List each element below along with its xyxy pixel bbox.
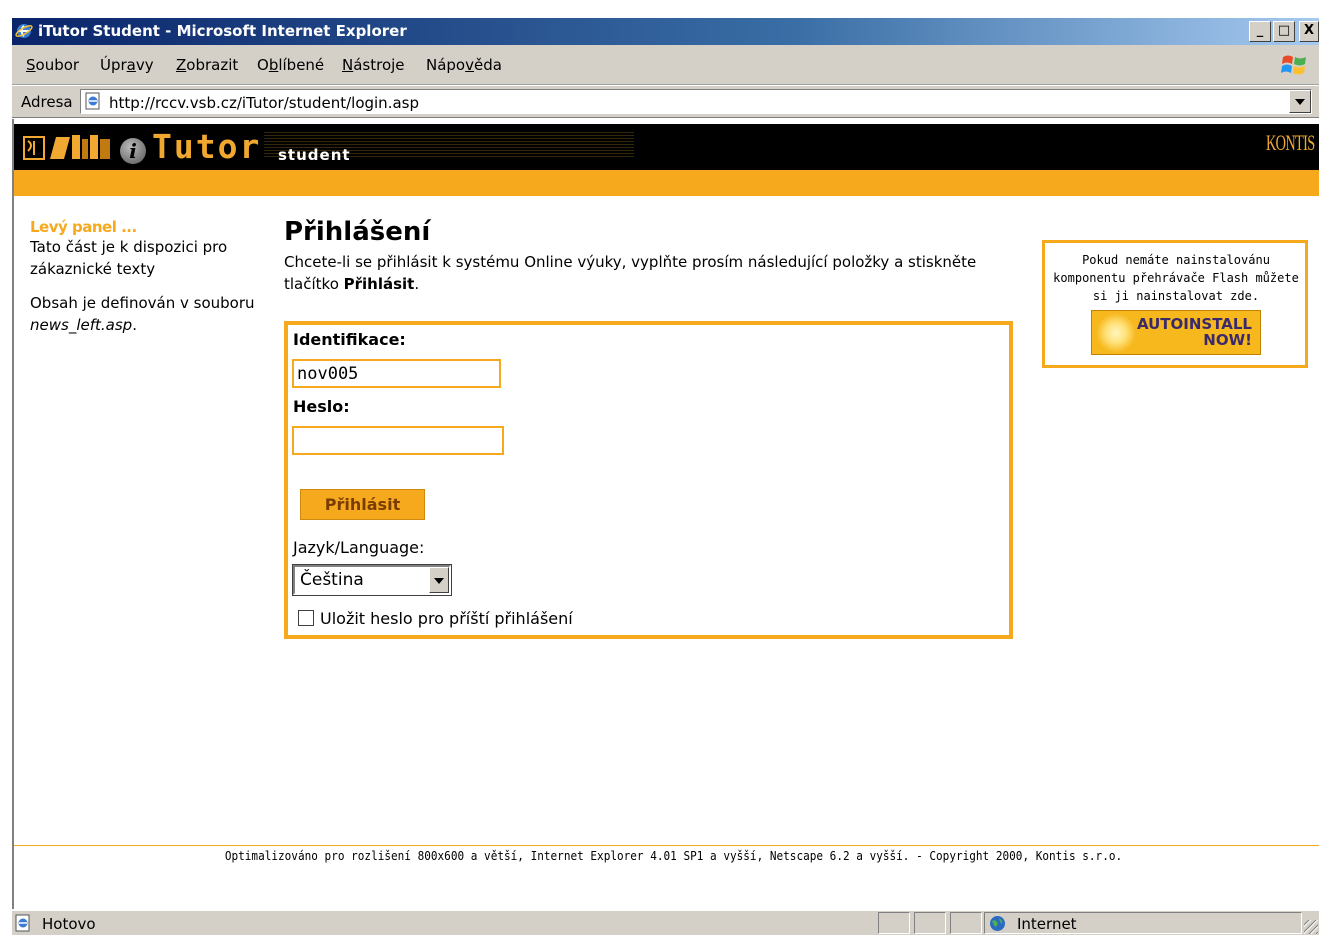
flash-install-text: Pokud nemáte nainstalovánu komponentu př… <box>1053 253 1299 303</box>
window-title-bar[interactable]: iTutor Student - Microsoft Internet Expl… <box>12 18 1319 45</box>
windows-logo-icon <box>1281 55 1306 75</box>
menu-zobrazit[interactable]: Zobrazit <box>176 56 238 74</box>
left-panel-info: Obsah je definován v souboru news_left.a… <box>30 294 255 334</box>
status-pane <box>914 912 946 934</box>
left-panel-text: Tato část je k dispozici pro zákaznické … <box>30 238 228 278</box>
internet-explorer-icon <box>15 24 33 38</box>
address-bar: Adresa http://rccv.vsb.cz/iTutor/student… <box>12 86 1319 118</box>
autoinstall-button[interactable]: AUTOINSTALL NOW! <box>1091 310 1261 355</box>
minimize-button[interactable]: _ <box>1249 21 1271 42</box>
page-icon <box>85 92 100 110</box>
address-dropdown-button[interactable] <box>1289 90 1311 113</box>
chevron-down-icon <box>434 578 444 584</box>
left-panel: Levý panel ... Tato část je k dispozici … <box>30 218 260 336</box>
security-zone: Internet <box>1017 915 1077 933</box>
status-pane <box>950 912 982 934</box>
chevron-down-icon <box>1295 99 1305 105</box>
language-label: Jazyk/Language: <box>293 538 425 557</box>
remember-password-label: Uložit heslo pro příští přihlášení <box>320 609 573 628</box>
password-label: Heslo: <box>293 397 350 416</box>
globe-icon <box>990 916 1005 931</box>
window-title: iTutor Student - Microsoft Internet Expl… <box>38 22 407 40</box>
menu-upravy[interactable]: Úpravy <box>100 56 154 74</box>
footer-divider <box>14 845 1319 846</box>
books-logo-icon <box>23 135 110 160</box>
sun-icon <box>1096 313 1136 353</box>
password-input[interactable] <box>292 426 504 455</box>
identification-label: Identifikace: <box>293 330 406 349</box>
status-bar: Hotovo Internet <box>12 910 1319 935</box>
address-field[interactable]: http://rccv.vsb.cz/iTutor/student/login.… <box>80 89 1312 114</box>
partner-logo[interactable]: KONTIS <box>1266 130 1315 156</box>
flash-install-box: Pokud nemáte nainstalovánu komponentu př… <box>1042 240 1308 368</box>
page-title: Přihlášení <box>284 217 431 247</box>
close-button[interactable]: X <box>1299 21 1319 42</box>
language-dropdown-button[interactable] <box>429 567 449 593</box>
status-pane <box>878 912 910 934</box>
footer-text: Optimalizováno pro rozlišení 800x600 a v… <box>224 849 1123 863</box>
resize-grip[interactable] <box>1304 920 1318 934</box>
brand-i-logo: i <box>120 138 146 164</box>
remember-password[interactable]: Uložit heslo pro příští přihlášení <box>298 609 573 628</box>
identification-input[interactable] <box>292 359 501 388</box>
address-url[interactable]: http://rccv.vsb.cz/iTutor/student/login.… <box>109 94 419 112</box>
menu-bar: Soubor Úpravy Zobrazit Oblíbené Nástroje… <box>12 45 1319 85</box>
language-select[interactable]: Čeština <box>292 564 452 596</box>
intro-text: Chcete-li se přihlásit k systému Online … <box>284 253 977 293</box>
menu-oblibene[interactable]: Oblíbené <box>257 56 324 74</box>
banner-strip <box>14 170 1319 196</box>
left-panel-title: Levý panel ... <box>30 218 137 236</box>
login-button[interactable]: Přihlásit <box>300 489 425 520</box>
status-text: Hotovo <box>42 915 96 933</box>
menu-nastroje[interactable]: Nástroje <box>342 56 405 74</box>
maximize-button[interactable]: □ <box>1273 21 1295 42</box>
site-banner: i Tutor student KONTIS <box>14 124 1319 170</box>
menu-soubor[interactable]: Soubor <box>26 56 79 74</box>
autoinstall-label: AUTOINSTALL NOW! <box>1136 315 1252 349</box>
brand-name: Tutor <box>152 127 262 166</box>
remember-password-checkbox[interactable] <box>298 610 314 626</box>
language-selected-value: Čeština <box>300 570 364 590</box>
brand-subtitle: student <box>278 146 351 164</box>
address-label: Adresa <box>21 93 73 111</box>
page-content: i Tutor student KONTIS Levý panel ... Ta… <box>12 119 1319 909</box>
page-done-icon <box>15 914 30 932</box>
menu-napoveda[interactable]: Nápověda <box>426 56 502 74</box>
login-form: Identifikace: Heslo: Přihlásit Jazyk/Lan… <box>284 321 1013 639</box>
